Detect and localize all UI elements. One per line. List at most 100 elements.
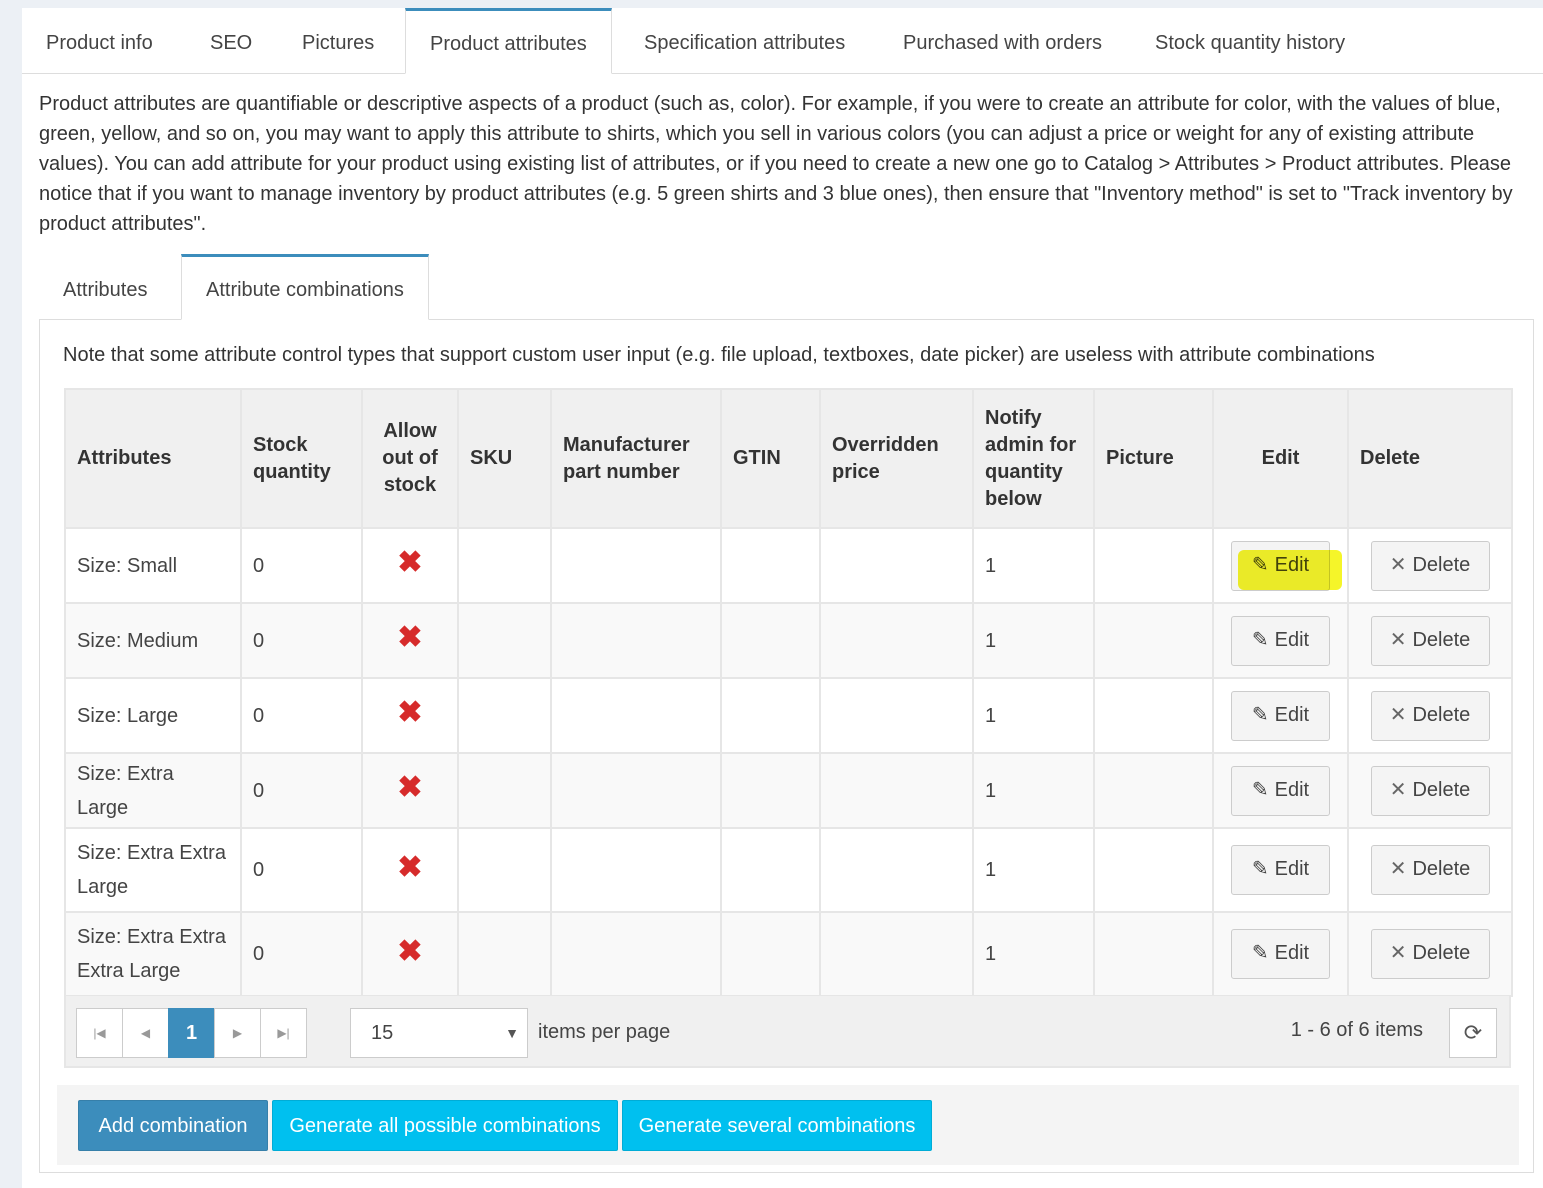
cell-stock-quantity: 0 <box>240 827 363 913</box>
x-mark-icon: ✖ <box>397 850 423 884</box>
tab-seo[interactable]: SEO <box>186 8 276 74</box>
cell-picture <box>1093 527 1214 604</box>
cell-attributes: Size: Extra Extra Large <box>64 827 242 913</box>
header-attributes[interactable]: Attributes <box>64 388 242 529</box>
cell-notify-admin: 1 <box>972 677 1095 754</box>
tab-stock-quantity-history[interactable]: Stock quantity history <box>1131 8 1369 74</box>
sub-tab-bar: Attributes Attribute combinations <box>39 254 1534 320</box>
cell-delete: ✕ Delete <box>1347 677 1513 754</box>
cell-stock-quantity: 0 <box>240 602 363 679</box>
close-icon: ✕ <box>1389 553 1407 576</box>
generate-several-combinations-button[interactable]: Generate several combinations <box>622 1100 932 1151</box>
edit-button[interactable]: ✎ Edit <box>1231 615 1330 666</box>
first-page-button[interactable]: |◀ <box>76 1008 123 1058</box>
edit-button[interactable]: ✎ Edit <box>1231 690 1330 741</box>
tab-purchased-with-orders[interactable]: Purchased with orders <box>879 8 1126 74</box>
cell-picture <box>1093 602 1214 679</box>
cell-gtin <box>720 527 821 604</box>
pencil-icon: ✎ <box>1251 703 1269 726</box>
header-notify-admin[interactable]: Notify admin for quantity below <box>972 388 1095 529</box>
delete-button[interactable]: ✕ Delete <box>1370 845 1490 895</box>
items-range-info: 1 - 6 of 6 items <box>1290 1019 1423 1041</box>
cell-gtin <box>720 677 821 754</box>
tab-product-info[interactable]: Product info <box>22 8 177 74</box>
combinations-note: Note that some attribute control types t… <box>63 344 1375 366</box>
cell-overridden-price <box>819 602 974 679</box>
header-gtin[interactable]: GTIN <box>720 388 821 529</box>
x-mark-icon: ✖ <box>397 546 423 579</box>
pencil-icon: ✎ <box>1251 942 1269 964</box>
cell-sku <box>457 602 552 679</box>
cell-overridden-price <box>819 911 974 997</box>
cell-delete: ✕ Delete <box>1347 527 1513 604</box>
cell-manufacturer-part-number <box>550 527 722 604</box>
delete-button[interactable]: ✕ Delete <box>1370 615 1490 666</box>
prev-page-button[interactable]: ◀ <box>122 1008 169 1058</box>
cell-stock-quantity: 0 <box>240 752 363 829</box>
cell-edit: ✎ Edit <box>1212 677 1349 754</box>
tab-specification-attributes[interactable]: Specification attributes <box>620 8 869 74</box>
header-delete: Delete <box>1347 388 1513 529</box>
cell-notify-admin: 1 <box>972 827 1095 913</box>
cell-notify-admin: 1 <box>972 602 1095 679</box>
cell-sku <box>457 527 552 604</box>
delete-button-label: Delete <box>1412 942 1471 964</box>
tab-pictures[interactable]: Pictures <box>278 8 398 74</box>
edit-button[interactable]: ✎ Edit <box>1231 929 1330 979</box>
cell-delete: ✕ Delete <box>1347 602 1513 679</box>
cell-attributes: Size: Extra Large <box>64 752 242 829</box>
header-picture[interactable]: Picture <box>1093 388 1214 529</box>
header-allow-out-of-stock[interactable]: Allow out of stock <box>361 388 459 529</box>
cell-edit: ✎ Edit <box>1212 911 1349 997</box>
table-row: Size: Extra Large 0 ✖ 1 ✎ Edit ✕ Delete <box>64 752 1513 829</box>
tab-product-attributes[interactable]: Product attributes <box>405 8 612 74</box>
cell-allow-out-of-stock: ✖ <box>361 827 459 913</box>
delete-button[interactable]: ✕ Delete <box>1370 765 1490 816</box>
delete-button-label: Delete <box>1412 778 1471 801</box>
header-manufacturer-part-number[interactable]: Manufacturer part number <box>550 388 722 529</box>
cell-overridden-price <box>819 527 974 604</box>
cell-allow-out-of-stock: ✖ <box>361 677 459 754</box>
cell-edit: ✎ Edit <box>1212 827 1349 913</box>
cell-attributes: Size: Small <box>64 527 242 604</box>
tab-attribute-combinations[interactable]: Attribute combinations <box>181 254 429 320</box>
delete-button[interactable]: ✕ Delete <box>1370 929 1490 979</box>
cell-gtin <box>720 602 821 679</box>
close-icon: ✕ <box>1389 703 1407 726</box>
cell-edit: ✎ Edit <box>1212 527 1349 604</box>
cell-notify-admin: 1 <box>972 911 1095 997</box>
page-number-button[interactable]: 1 <box>168 1008 215 1058</box>
next-page-button[interactable]: ▶ <box>214 1008 261 1058</box>
edit-button[interactable]: ✎ Edit <box>1231 765 1330 816</box>
cell-sku <box>457 677 552 754</box>
cell-delete: ✕ Delete <box>1347 752 1513 829</box>
combinations-table: Attributes Stock quantity Allow out of s… <box>64 388 1513 997</box>
header-sku[interactable]: SKU <box>457 388 552 529</box>
generate-all-combinations-button[interactable]: Generate all possible combinations <box>272 1100 618 1151</box>
add-combination-button[interactable]: Add combination <box>78 1100 268 1151</box>
table-row: Size: Extra Extra Extra Large 0 ✖ 1 ✎ Edi… <box>64 911 1513 997</box>
last-page-button[interactable]: ▶| <box>260 1008 307 1058</box>
edit-button[interactable]: ✎ Edit <box>1231 540 1330 591</box>
table-row: Size: Medium 0 ✖ 1 ✎ Edit ✕ Delete <box>64 602 1513 679</box>
x-mark-icon: ✖ <box>397 696 423 729</box>
cell-delete: ✕ Delete <box>1347 911 1513 997</box>
cell-gtin <box>720 752 821 829</box>
edit-button[interactable]: ✎ Edit <box>1231 845 1330 895</box>
edit-button-label: Edit <box>1274 858 1310 880</box>
delete-button[interactable]: ✕ Delete <box>1370 540 1490 591</box>
cell-manufacturer-part-number <box>550 677 722 754</box>
x-mark-icon: ✖ <box>397 934 423 968</box>
delete-button[interactable]: ✕ Delete <box>1370 690 1490 741</box>
header-stock-quantity[interactable]: Stock quantity <box>240 388 363 529</box>
refresh-button[interactable]: ⟳ <box>1449 1008 1497 1058</box>
close-icon: ✕ <box>1389 942 1407 964</box>
edit-button-label: Edit <box>1274 703 1310 726</box>
page-size-select[interactable]: 15 ▼ <box>350 1008 528 1058</box>
cell-overridden-price <box>819 827 974 913</box>
header-edit: Edit <box>1212 388 1349 529</box>
tab-attributes[interactable]: Attributes <box>39 254 171 320</box>
cell-edit: ✎ Edit <box>1212 752 1349 829</box>
cell-allow-out-of-stock: ✖ <box>361 752 459 829</box>
header-overridden-price[interactable]: Overridden price <box>819 388 974 529</box>
